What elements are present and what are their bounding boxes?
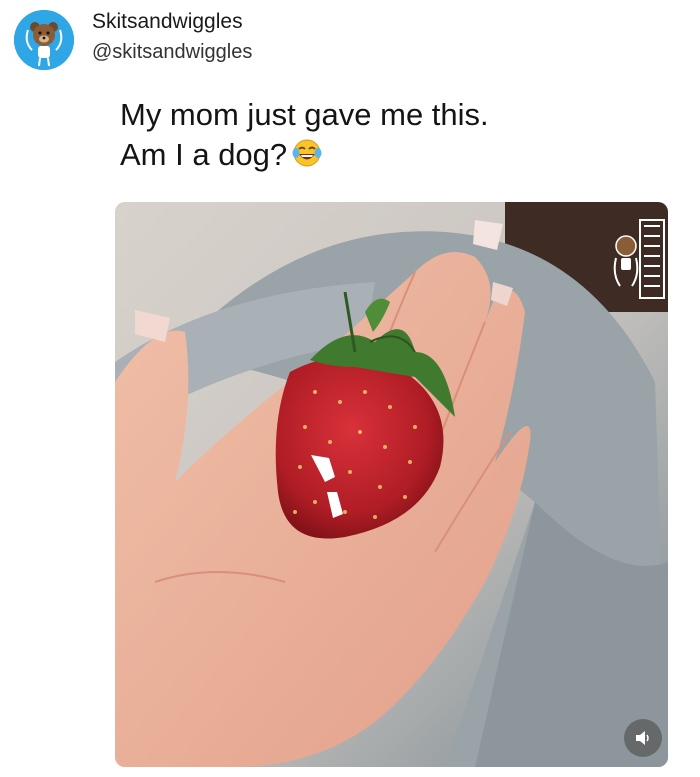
strawberry-with-fangs-photo	[115, 202, 668, 767]
face-with-tears-of-joy-icon	[292, 139, 322, 167]
tweet-photo[interactable]	[115, 202, 668, 767]
tweet-text: My mom just gave me this. Am I a dog?	[120, 95, 489, 175]
tweet-card: Skitsandwiggles @skitsandwiggles My mom …	[0, 0, 700, 777]
user-handle[interactable]: @skitsandwiggles	[92, 39, 252, 65]
tweet-text-line-1: My mom just gave me this.	[120, 97, 489, 132]
tweet-text-line-2-text: Am I a dog?	[120, 137, 288, 172]
tweet-header: Skitsandwiggles @skitsandwiggles	[14, 10, 252, 70]
mute-button[interactable]	[624, 719, 662, 757]
speaker-icon	[636, 731, 649, 745]
display-name[interactable]: Skitsandwiggles	[92, 9, 252, 35]
avatar[interactable]	[14, 10, 74, 70]
tweet-text-line-2: Am I a dog?	[120, 135, 489, 175]
brand-watermark-icon	[613, 219, 665, 299]
user-names: Skitsandwiggles @skitsandwiggles	[92, 9, 252, 65]
bear-avatar-icon	[14, 10, 74, 70]
